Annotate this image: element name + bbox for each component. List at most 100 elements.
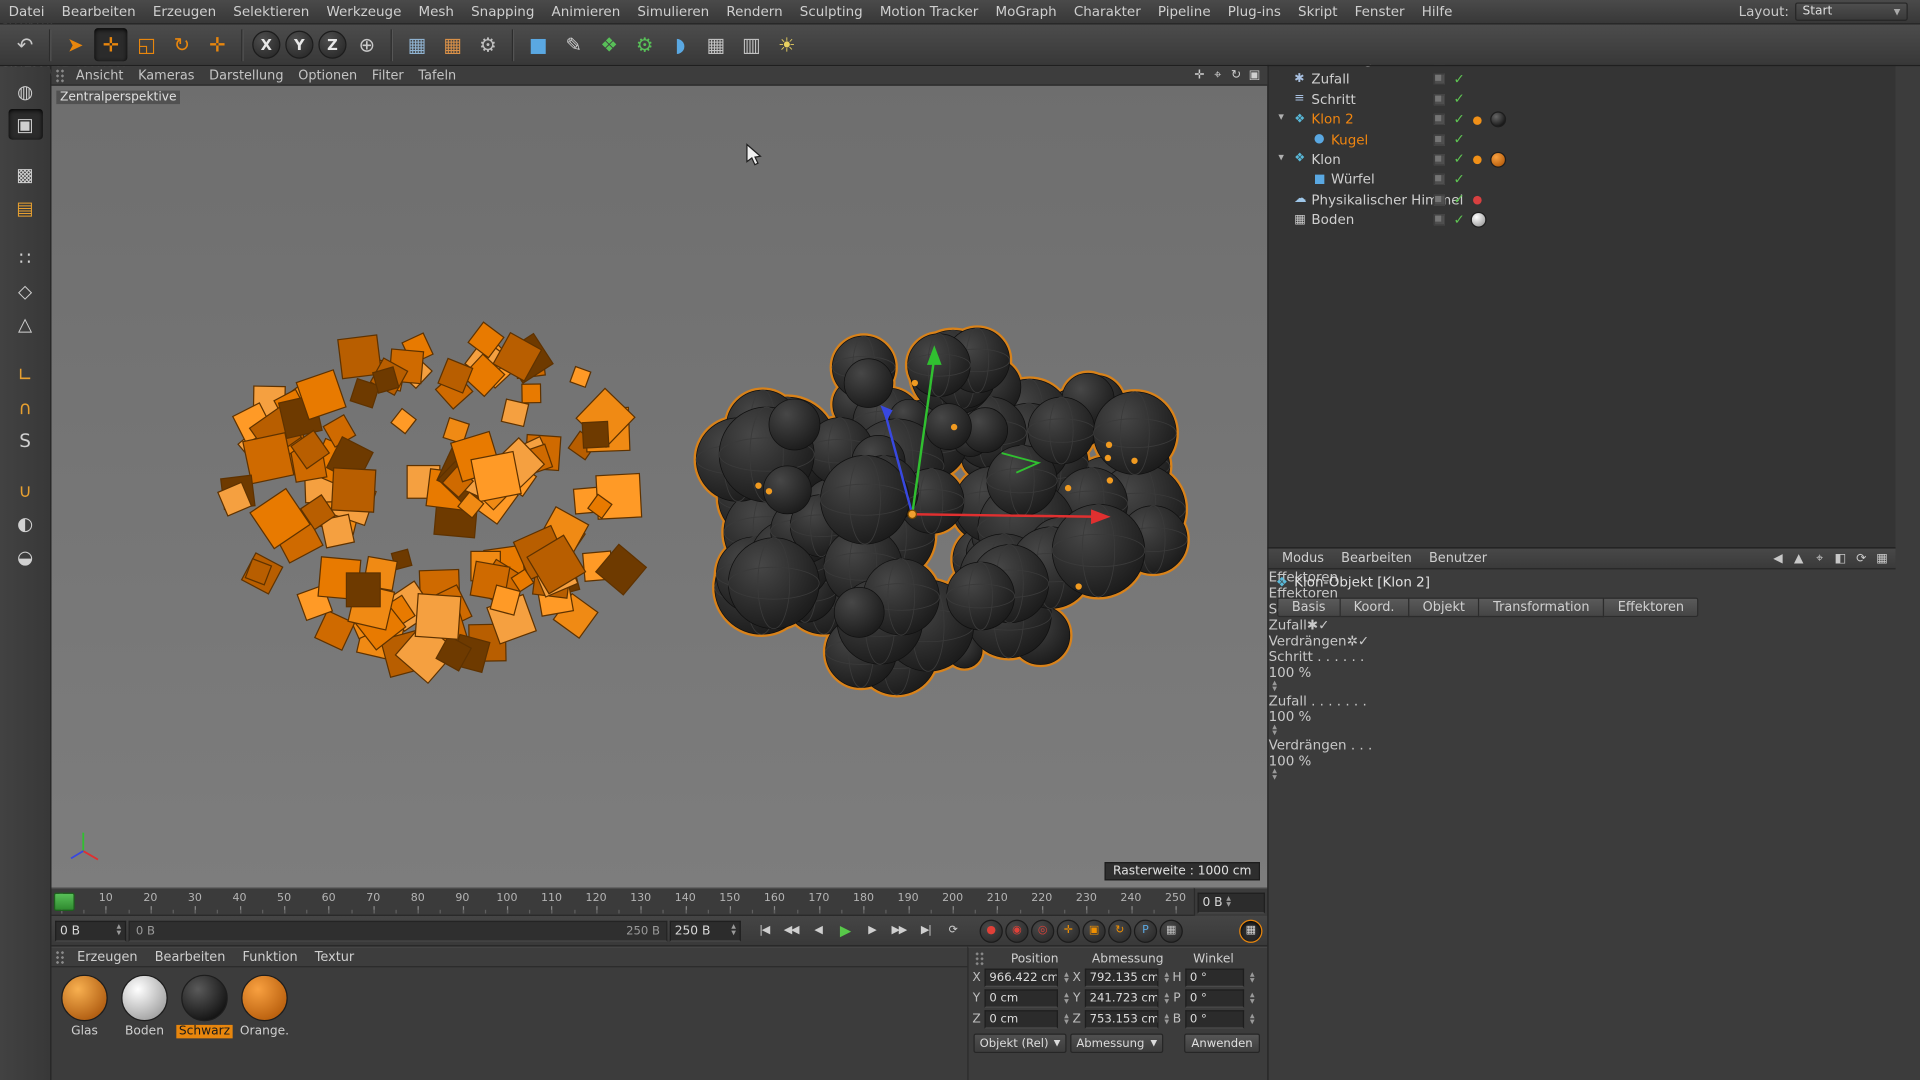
- keyframe-selection-button[interactable]: ◎: [1031, 919, 1054, 942]
- expander-icon[interactable]: ▾: [1278, 112, 1284, 124]
- edges-mode-button[interactable]: ◇: [8, 276, 42, 307]
- scale-tool[interactable]: ◱: [130, 28, 163, 61]
- points-mode-button[interactable]: ∷: [8, 242, 42, 273]
- lock-x-axis[interactable]: X: [252, 31, 280, 59]
- up-arrow-icon[interactable]: ▲: [1790, 550, 1807, 567]
- object-row-klon[interactable]: ▾❖Klon✓: [1269, 151, 1896, 171]
- effector-item-verdrangen[interactable]: Verdrängen✲✓: [1269, 633, 1896, 649]
- find-icon[interactable]: ⌖: [1811, 550, 1828, 567]
- coordinate-field[interactable]: 966.422 cm: [984, 969, 1057, 987]
- menubar-item-simulieren[interactable]: Simulieren: [629, 0, 718, 24]
- start-frame-spinner[interactable]: 0 B ▲▼: [55, 920, 126, 941]
- enabled-check-icon[interactable]: ✓: [1453, 151, 1464, 167]
- timeline-ruler[interactable]: 0102030405060708090100110120130140150160…: [51, 888, 1193, 916]
- maximize-view-icon[interactable]: ▣: [1245, 67, 1263, 84]
- config-icon[interactable]: ▦: [1873, 550, 1890, 567]
- prev-key-button[interactable]: ◀◀: [778, 919, 805, 942]
- menubar-item-motion-tracker[interactable]: Motion Tracker: [871, 0, 987, 24]
- menubar-item-datei[interactable]: Datei: [0, 0, 53, 24]
- lock-y-axis[interactable]: Y: [285, 31, 313, 59]
- material-item-orange-[interactable]: Orange.: [236, 975, 292, 1039]
- coordinate-system-toggle[interactable]: ⊕: [350, 28, 383, 61]
- enable-snap-button[interactable]: ∩: [8, 392, 42, 423]
- workplane-mode-button[interactable]: ▤: [8, 192, 42, 223]
- texture-tag-icon[interactable]: [1490, 112, 1506, 128]
- menubar-item-werkzeuge[interactable]: Werkzeuge: [318, 0, 410, 24]
- goto-start-button[interactable]: |◀: [751, 919, 778, 942]
- enabled-check-icon[interactable]: ✓: [1453, 171, 1464, 187]
- coordinate-field[interactable]: 0 cm: [984, 989, 1057, 1007]
- viewport-scene[interactable]: [51, 86, 1267, 888]
- enabled-check-icon[interactable]: ✓: [1358, 633, 1369, 649]
- tag-dot-icon[interactable]: [1473, 156, 1482, 165]
- camera-menu[interactable]: ▥: [735, 28, 768, 61]
- lock-z-axis[interactable]: Z: [318, 31, 346, 59]
- expander-icon[interactable]: ▾: [1278, 152, 1284, 164]
- goto-end-button[interactable]: ▶|: [912, 919, 939, 942]
- polygons-mode-button[interactable]: △: [8, 309, 42, 340]
- enabled-check-icon[interactable]: ✓: [1318, 617, 1329, 633]
- visibility-toggle[interactable]: [1434, 134, 1445, 145]
- enabled-check-icon[interactable]: ✓: [1453, 111, 1464, 127]
- back-arrow-icon[interactable]: ◀: [1769, 550, 1786, 567]
- texture-tag-icon[interactable]: [1490, 152, 1506, 168]
- apply-button[interactable]: Anwenden: [1184, 1033, 1260, 1053]
- coordinate-mode-dropdown[interactable]: Objekt (Rel)▼: [973, 1033, 1066, 1053]
- coordinate-field[interactable]: 241.723 cm: [1085, 989, 1158, 1007]
- material-item-glas[interactable]: Glas: [56, 975, 112, 1039]
- current-frame-spinner[interactable]: 0 B ▲▼: [1198, 892, 1265, 913]
- drag-handle-icon[interactable]: [975, 951, 985, 966]
- menubar-item-mesh[interactable]: Mesh: [410, 0, 463, 24]
- coordinate-field[interactable]: 753.153 cm: [1085, 1010, 1158, 1028]
- render-picture-viewer-button[interactable]: ▦: [436, 28, 469, 61]
- history-icon[interactable]: ⟳: [1853, 550, 1870, 567]
- menubar-item-erzeugen[interactable]: Erzeugen: [144, 0, 224, 24]
- planar-workplane-button[interactable]: ◒: [8, 541, 42, 572]
- object-row-zufall[interactable]: ✱Zufall✓: [1269, 70, 1896, 90]
- move-tool[interactable]: ✛: [94, 28, 127, 61]
- slider-value-field[interactable]: 100 %▲▼: [1269, 753, 1896, 781]
- play-button[interactable]: ▶: [831, 919, 858, 942]
- viewport-menu-kameras[interactable]: Kameras: [131, 66, 202, 85]
- object-row-kugel[interactable]: ●Kugel✓: [1269, 130, 1896, 150]
- stepper-arrows-icon[interactable]: ▲▼: [1272, 725, 1895, 737]
- attribute-menu-benutzer[interactable]: Benutzer: [1420, 548, 1495, 569]
- record-rotation-toggle[interactable]: ↻: [1108, 919, 1131, 942]
- record-pla-toggle[interactable]: ▦: [1160, 919, 1183, 942]
- texture-tag-icon[interactable]: [1471, 212, 1487, 228]
- visibility-toggle[interactable]: [1434, 94, 1445, 105]
- texture-mode-button[interactable]: ▩: [8, 159, 42, 190]
- material-menu-textur[interactable]: Textur: [306, 947, 363, 967]
- menubar-item-fenster[interactable]: Fenster: [1346, 0, 1413, 24]
- material-item-boden[interactable]: Boden: [116, 975, 172, 1039]
- stepper-arrows-icon[interactable]: ▲▼: [1272, 769, 1895, 781]
- coordinate-field[interactable]: 0 °: [1185, 989, 1244, 1007]
- coordinate-mode-dropdown[interactable]: Abmessung▼: [1070, 1033, 1163, 1053]
- enabled-check-icon[interactable]: ✓: [1453, 211, 1464, 227]
- magnet-button[interactable]: ∪: [8, 475, 42, 506]
- drag-handle-icon[interactable]: [55, 68, 65, 83]
- coordinate-field[interactable]: 0 °: [1185, 1010, 1244, 1028]
- record-parameter-toggle[interactable]: P: [1134, 919, 1157, 942]
- menubar-item-selektieren[interactable]: Selektieren: [225, 0, 318, 24]
- menubar-item-animieren[interactable]: Animieren: [543, 0, 629, 24]
- spline-pen-tool[interactable]: ✎: [557, 28, 590, 61]
- viewport-menu-tafeln[interactable]: Tafeln: [411, 66, 463, 85]
- stepper-arrows-icon[interactable]: ▲▼: [116, 924, 121, 936]
- light-menu[interactable]: ☀: [770, 28, 803, 61]
- visibility-toggle[interactable]: [1434, 174, 1445, 185]
- stepper-arrows-icon[interactable]: ▲▼: [1164, 972, 1169, 984]
- render-settings-button[interactable]: ⚙: [471, 28, 504, 61]
- autokey-button[interactable]: ◉: [1005, 919, 1028, 942]
- tab-koord-[interactable]: Koord.: [1340, 598, 1409, 618]
- undo-button[interactable]: ↶: [9, 28, 42, 61]
- material-menu-bearbeiten[interactable]: Bearbeiten: [146, 947, 234, 967]
- viewport-menu-darstellung[interactable]: Darstellung: [202, 66, 291, 85]
- lock-workplane-button[interactable]: ◐: [8, 508, 42, 539]
- object-row-boden[interactable]: ▦Boden✓: [1269, 211, 1896, 231]
- prev-frame-button[interactable]: ◀: [804, 919, 831, 942]
- material-item-schwarz[interactable]: Schwarz: [176, 975, 232, 1039]
- stepper-arrows-icon[interactable]: ▲▼: [731, 924, 736, 936]
- stepper-arrows-icon[interactable]: ▲▼: [1250, 972, 1255, 984]
- coordinate-field[interactable]: 0 °: [1185, 969, 1244, 987]
